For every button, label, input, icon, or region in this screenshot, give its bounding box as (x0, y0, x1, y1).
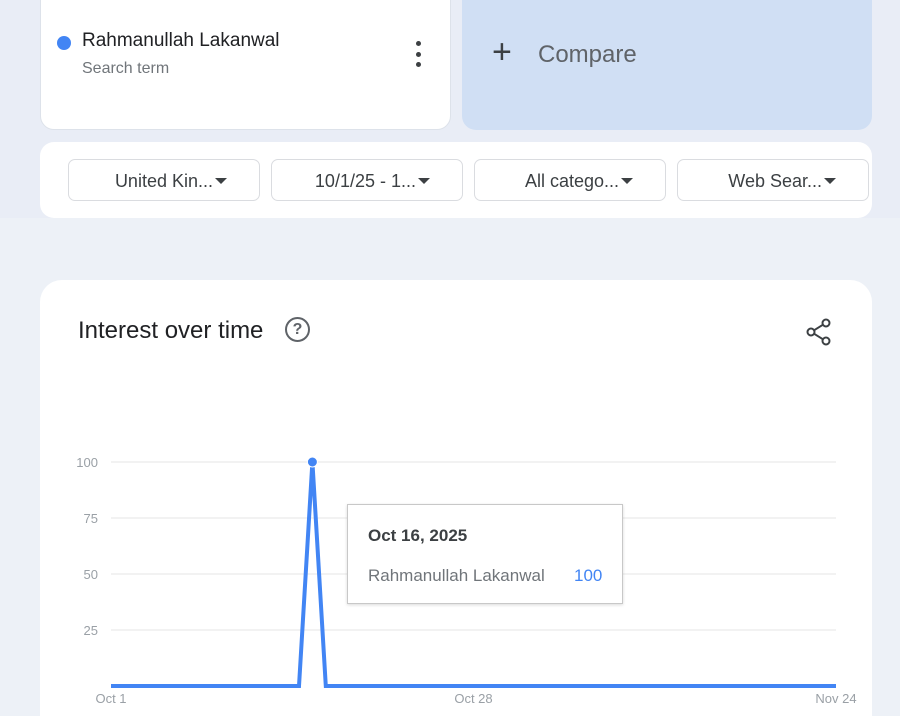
compare-button[interactable]: + Compare (462, 0, 872, 130)
more-options-icon[interactable] (407, 41, 429, 67)
tooltip-date: Oct 16, 2025 (368, 526, 468, 545)
x-tick-label: Nov 24 (815, 691, 856, 706)
filter-bar: United Kin... 10/1/25 - 1... All catego.… (40, 142, 872, 218)
date-range-filter[interactable]: 10/1/25 - 1... (271, 159, 463, 201)
x-tick-label: Oct 1 (95, 691, 126, 706)
chevron-down-icon (621, 178, 633, 184)
region-filter-label: United Kin... (114, 171, 213, 191)
search-term-card[interactable]: Rahmanullah Lakanwal Search term (40, 0, 451, 130)
y-tick-label: 25 (84, 623, 98, 638)
interest-line-chart: 25 50 75 100 Oct 1 Oct 28 Nov 24 (76, 455, 856, 706)
date-range-filter-label: 10/1/25 - 1... (314, 171, 416, 191)
x-tick-label: Oct 28 (454, 691, 492, 706)
search-type-filter[interactable]: Web Sear... (677, 159, 869, 201)
search-type-filter-label: Web Sear... (728, 171, 822, 191)
tooltip-term: Rahmanullah Lakanwal (368, 566, 545, 585)
chevron-down-icon (824, 178, 836, 184)
search-term-name: Rahmanullah Lakanwal (82, 30, 280, 51)
y-tick-label: 75 (84, 511, 98, 526)
category-filter[interactable]: All catego... (474, 159, 666, 201)
y-tick-label: 50 (84, 567, 98, 582)
peak-point (306, 456, 318, 468)
compare-label: Compare (538, 41, 637, 68)
series-color-dot (57, 36, 71, 50)
plus-icon: + (492, 33, 512, 71)
interest-over-time-card: Interest over time ? 25 50 75 100 Oct 1 Oct 2… (40, 280, 872, 716)
region-filter[interactable]: United Kin... (68, 159, 260, 201)
search-term-subtitle: Search term (82, 60, 170, 77)
chevron-down-icon (418, 178, 430, 184)
tooltip-value: 100 (574, 566, 603, 585)
y-tick-label: 100 (76, 455, 98, 470)
chevron-down-icon (215, 178, 227, 184)
category-filter-label: All catego... (524, 171, 619, 191)
chart-tooltip: Oct 16, 2025 Rahmanullah Lakanwal 100 (347, 504, 623, 604)
